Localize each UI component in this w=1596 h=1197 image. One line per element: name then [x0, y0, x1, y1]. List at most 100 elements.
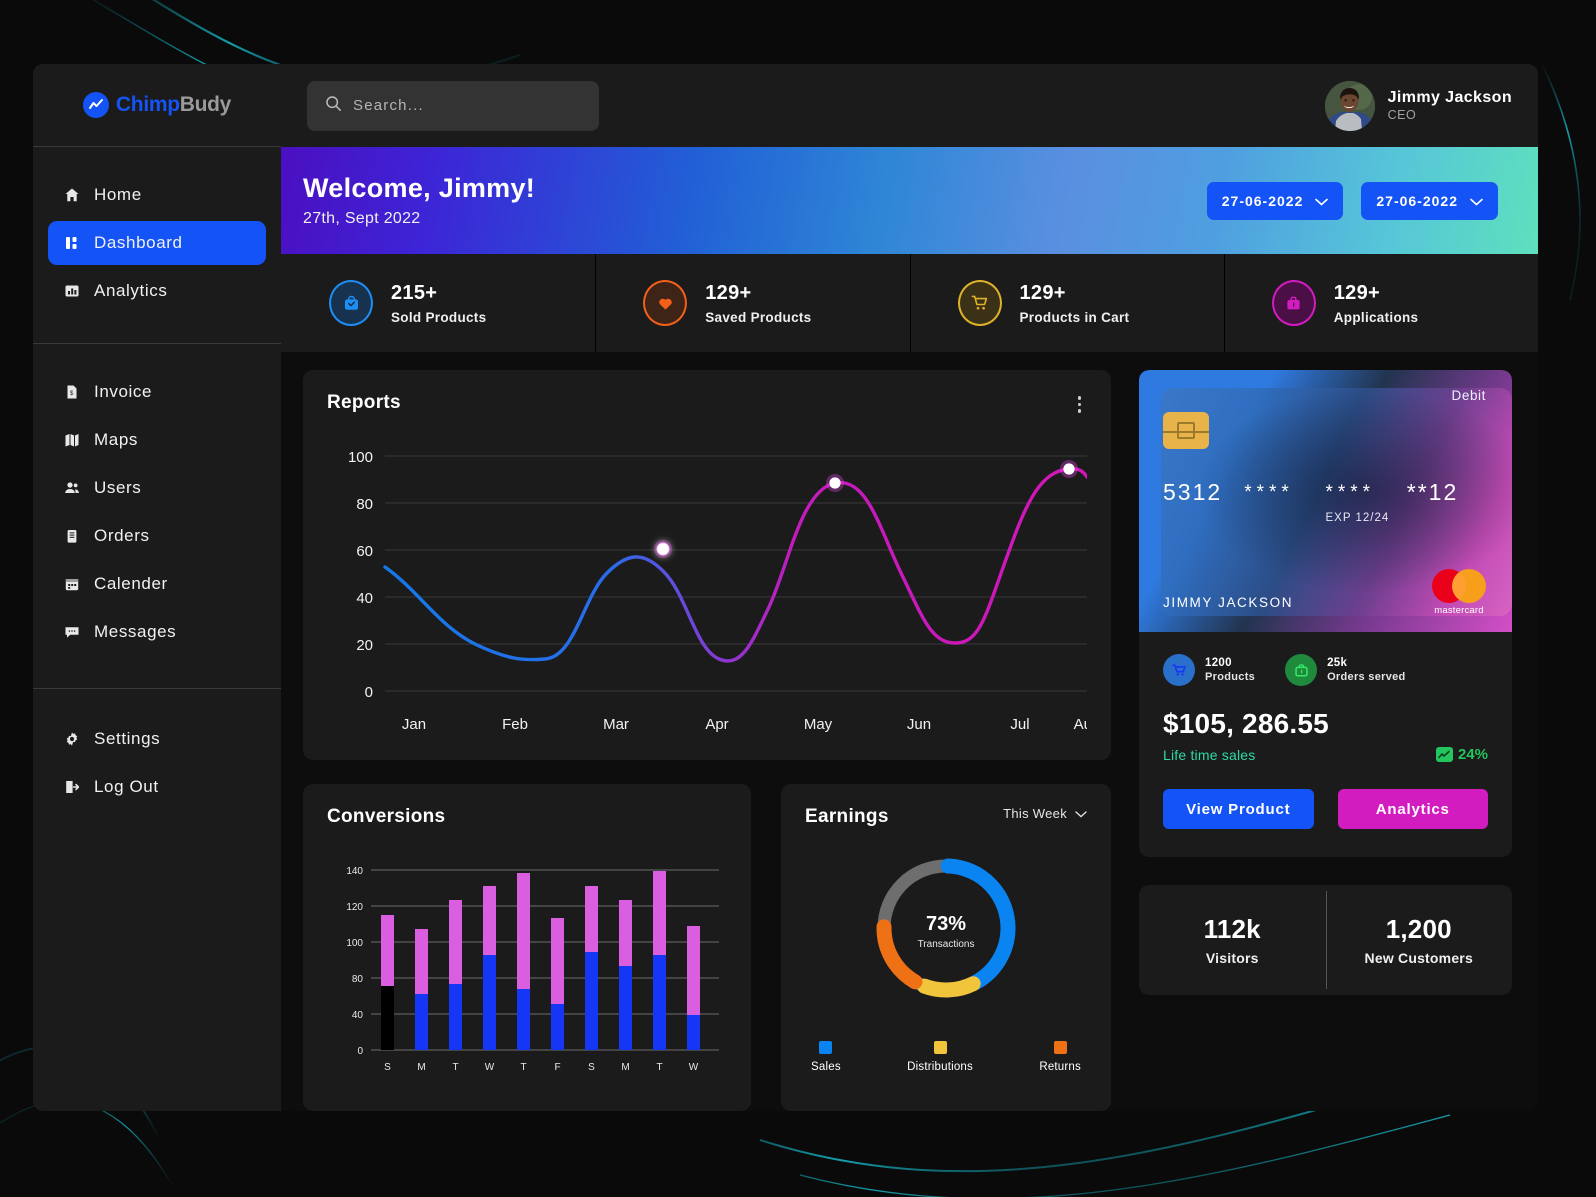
- kebab-menu-icon[interactable]: [1072, 392, 1088, 417]
- sidebar-item-invoice[interactable]: $ Invoice: [48, 370, 266, 414]
- legend-item-returns: Returns: [1039, 1041, 1081, 1073]
- stat-value: 215+: [391, 281, 438, 304]
- date-picker-from-value: 27-06-2022: [1221, 192, 1304, 209]
- lifetime-sales-amount: $105, 286.55: [1163, 708, 1329, 739]
- svg-text:M: M: [621, 1062, 629, 1073]
- card-number-group: ****: [1244, 482, 1294, 503]
- stat-card-sold-products[interactable]: 215+ Sold Products: [281, 254, 595, 352]
- legend-label: Returns: [1039, 1061, 1081, 1073]
- conversions-title: Conversions: [327, 806, 446, 827]
- chart-marker: [829, 476, 841, 489]
- search-input[interactable]: [353, 97, 581, 114]
- svg-text:80: 80: [352, 974, 364, 985]
- wallet-card: Debit 5312 **** **** **12 EXP 12/24 JIMM…: [1139, 370, 1512, 857]
- sidebar-item-dashboard[interactable]: Dashboard: [48, 221, 266, 265]
- profile-role: CEO: [1387, 107, 1417, 122]
- svg-text:Jan: Jan: [402, 716, 426, 733]
- analytics-bars-icon: [63, 283, 80, 300]
- svg-text:20: 20: [356, 637, 373, 654]
- home-icon: [63, 187, 80, 204]
- legend-swatch-sales: [819, 1041, 833, 1054]
- legend-swatch-returns: [1053, 1041, 1067, 1054]
- new-customers-stat: 1,200 New Customers: [1325, 891, 1513, 989]
- heart-icon: [643, 280, 688, 326]
- svg-text:Aug: Aug: [1074, 716, 1087, 733]
- new-customers-label: New Customers: [1364, 950, 1473, 966]
- sidebar-item-label: Orders: [94, 526, 150, 545]
- stat-label: Products in Cart: [1019, 309, 1130, 325]
- sidebar-nav-primary: Home Dashboard Analytics: [33, 147, 281, 344]
- sidebar-item-messages[interactable]: Messages: [48, 610, 266, 654]
- date-picker-to-value: 27-06-2022: [1376, 192, 1458, 209]
- stats-row: 215+ Sold Products 129+ Saved Products 1…: [281, 254, 1538, 352]
- mini-stat-label: Orders served: [1327, 671, 1406, 683]
- date-picker-from[interactable]: 27-06-2022: [1206, 181, 1344, 220]
- briefcase-icon: [1285, 654, 1318, 686]
- stat-label: Saved Products: [705, 309, 812, 325]
- avatar: [1324, 80, 1375, 131]
- sidebar-item-home[interactable]: Home: [48, 173, 266, 217]
- sidebar-item-orders[interactable]: Orders: [48, 514, 266, 558]
- gear-icon: [63, 731, 80, 748]
- brand-logo[interactable]: ChimpBudy: [33, 64, 281, 147]
- svg-text:T: T: [656, 1062, 662, 1073]
- svg-text:120: 120: [346, 902, 363, 913]
- analytics-button[interactable]: Analytics: [1337, 789, 1488, 829]
- users-icon: [63, 480, 80, 497]
- svg-text:T: T: [520, 1062, 526, 1073]
- mini-stat-products: 1200 Products: [1163, 654, 1255, 686]
- sidebar-item-settings[interactable]: Settings: [48, 717, 266, 761]
- sidebar-item-analytics[interactable]: Analytics: [48, 269, 266, 313]
- svg-text:May: May: [804, 716, 833, 733]
- svg-text:60: 60: [356, 543, 373, 560]
- svg-text:100: 100: [348, 449, 373, 466]
- svg-text:140: 140: [346, 866, 363, 877]
- visitors-card: 112k Visitors 1,200 New Customers: [1139, 885, 1512, 995]
- sidebar-item-maps[interactable]: Maps: [48, 418, 266, 462]
- svg-text:0: 0: [357, 1046, 363, 1057]
- date-picker-group: 27-06-2022 27-06-2022: [1206, 181, 1498, 220]
- sidebar-item-logout[interactable]: Log Out: [48, 765, 266, 809]
- sidebar-item-label: Settings: [94, 729, 161, 748]
- profile-name: Jimmy Jackson: [1387, 88, 1512, 106]
- lower-row: Conversions 140 120 100 80 40 0 S M T W …: [303, 784, 1111, 1111]
- sidebar: ChimpBudy Home Dashboard Analytics $ Inv…: [33, 64, 281, 1111]
- svg-text:W: W: [485, 1062, 495, 1073]
- svg-text:40: 40: [352, 1010, 364, 1021]
- logout-icon: [63, 779, 80, 796]
- calendar-icon: [63, 576, 80, 593]
- mini-stat-orders: 25k Orders served: [1285, 654, 1406, 686]
- sidebar-item-users[interactable]: Users: [48, 466, 266, 510]
- new-customers-value: 1,200: [1385, 914, 1452, 944]
- trend-indicator: 24%: [1435, 746, 1488, 763]
- stat-value: 129+: [1019, 281, 1066, 304]
- chevron-down-icon: [1315, 193, 1329, 209]
- svg-text:Feb: Feb: [502, 716, 528, 733]
- sidebar-item-calender[interactable]: Calender: [48, 562, 266, 606]
- date-picker-to[interactable]: 27-06-2022: [1361, 181, 1498, 220]
- conversions-card: Conversions 140 120 100 80 40 0 S M T W …: [303, 784, 751, 1111]
- reports-title: Reports: [327, 392, 401, 413]
- reports-card: Reports 100 80 60 40 20 0 Jan Feb Mar Ap…: [303, 370, 1111, 760]
- earnings-period-dropdown[interactable]: This Week: [1003, 806, 1087, 821]
- stat-card-products-in-cart[interactable]: 129+ Products in Cart: [909, 254, 1224, 352]
- conversions-bar-chart: 140 120 100 80 40 0 S M T W T F S M T W: [346, 866, 719, 1073]
- donut-center-value: 73%: [926, 913, 966, 935]
- card-number-group: **12: [1406, 479, 1459, 505]
- search-box[interactable]: [307, 80, 599, 131]
- visitors-value: 112k: [1203, 914, 1261, 944]
- view-product-button[interactable]: View Product: [1163, 789, 1314, 829]
- stat-card-applications[interactable]: 129+ Applications: [1223, 254, 1538, 352]
- sidebar-item-label: Maps: [94, 430, 138, 449]
- sidebar-item-label: Home: [94, 185, 142, 204]
- earnings-title: Earnings: [805, 806, 889, 827]
- cart-icon: [957, 280, 1002, 326]
- stat-value: 129+: [705, 281, 752, 304]
- chart-marker: [1063, 462, 1075, 475]
- profile-menu[interactable]: Jimmy Jackson CEO: [1324, 80, 1512, 131]
- stat-card-saved-products[interactable]: 129+ Saved Products: [595, 254, 909, 352]
- earnings-legend: Sales Distributions Returns: [805, 1027, 1087, 1073]
- svg-text:Jun: Jun: [907, 716, 931, 733]
- mini-stat-label: Products: [1205, 671, 1256, 683]
- sidebar-item-label: Calender: [94, 574, 168, 593]
